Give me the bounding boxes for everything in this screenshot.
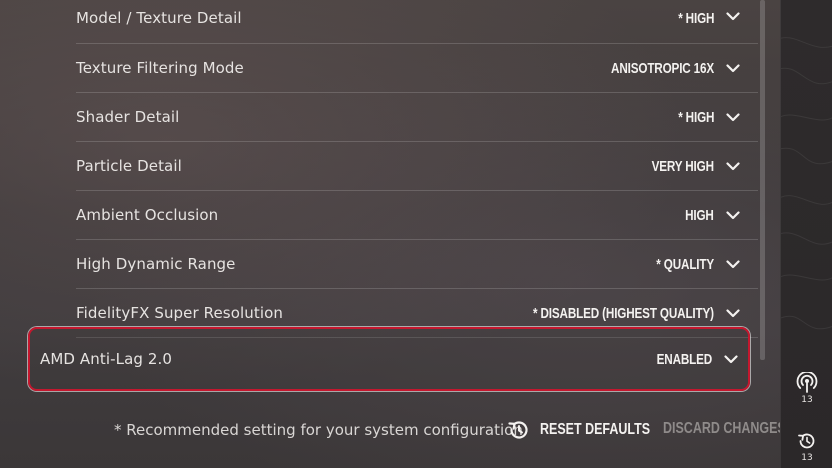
setting-label: Shader Detail xyxy=(76,108,180,126)
chevron-down-icon[interactable] xyxy=(722,57,744,79)
reset-defaults-label: RESET DEFAULTS xyxy=(540,421,651,438)
chevron-down-icon[interactable] xyxy=(722,204,744,226)
setting-value[interactable]: * HIGH xyxy=(678,109,714,126)
setting-label: AMD Anti-Lag 2.0 xyxy=(40,350,173,368)
chevron-down-icon[interactable] xyxy=(722,302,744,324)
setting-row-amd-anti-lag[interactable]: AMD Anti-Lag 2.0 ENABLED xyxy=(28,327,750,391)
rail-history-button[interactable]: 13 xyxy=(793,430,821,463)
rail-broadcast-button[interactable]: 13 xyxy=(793,372,821,405)
setting-row-shader-detail[interactable]: Shader Detail * HIGH xyxy=(76,93,758,142)
chevron-down-icon[interactable] xyxy=(720,348,742,370)
setting-label: FidelityFX Super Resolution xyxy=(76,304,284,322)
broadcast-icon xyxy=(793,372,821,394)
setting-row-particle-detail[interactable]: Particle Detail VERY HIGH xyxy=(76,142,758,191)
setting-value[interactable]: * QUALITY xyxy=(656,256,714,273)
recommended-footnote: * Recommended setting for your system co… xyxy=(114,421,523,439)
setting-label: Model / Texture Detail xyxy=(76,9,242,27)
discard-changes-button[interactable]: DISCARD CHANGES xyxy=(663,420,786,438)
topographic-pattern xyxy=(781,37,832,330)
setting-value[interactable]: ENABLED xyxy=(657,351,713,368)
setting-row-ambient-occlusion[interactable]: Ambient Occlusion HIGH xyxy=(76,191,758,240)
setting-row-model-texture-detail[interactable]: Model / Texture Detail * HIGH xyxy=(76,0,758,44)
setting-value[interactable]: VERY HIGH xyxy=(652,158,714,175)
scrollbar[interactable] xyxy=(760,0,765,360)
reset-history-icon xyxy=(506,417,532,443)
setting-label: Ambient Occlusion xyxy=(76,206,219,224)
history-icon xyxy=(793,430,821,452)
chevron-down-icon[interactable] xyxy=(722,253,744,275)
setting-value[interactable]: * HIGH xyxy=(678,10,714,27)
settings-list: Model / Texture Detail * HIGH Texture Fi… xyxy=(76,0,758,338)
footer: * Recommended setting for your system co… xyxy=(0,395,786,468)
setting-label: High Dynamic Range xyxy=(76,255,236,273)
chevron-down-icon[interactable] xyxy=(722,155,744,177)
chevron-down-icon[interactable] xyxy=(722,5,744,27)
setting-value[interactable]: HIGH xyxy=(685,207,714,224)
setting-label: Particle Detail xyxy=(76,157,182,175)
setting-row-high-dynamic-range[interactable]: High Dynamic Range * QUALITY xyxy=(76,240,758,289)
chevron-down-icon[interactable] xyxy=(722,106,744,128)
setting-value[interactable]: ANISOTROPIC 16X xyxy=(611,60,714,77)
setting-label: Texture Filtering Mode xyxy=(76,59,244,77)
settings-screen: Model / Texture Detail * HIGH Texture Fi… xyxy=(0,0,832,468)
reset-defaults-button[interactable]: RESET DEFAULTS xyxy=(506,417,681,443)
setting-value[interactable]: * DISABLED (HIGHEST QUALITY) xyxy=(533,305,714,322)
history-count: 13 xyxy=(801,453,813,463)
right-rail: 13 13 xyxy=(780,0,832,468)
broadcast-count: 13 xyxy=(801,395,813,405)
setting-row-texture-filtering-mode[interactable]: Texture Filtering Mode ANISOTROPIC 16X xyxy=(76,44,758,93)
